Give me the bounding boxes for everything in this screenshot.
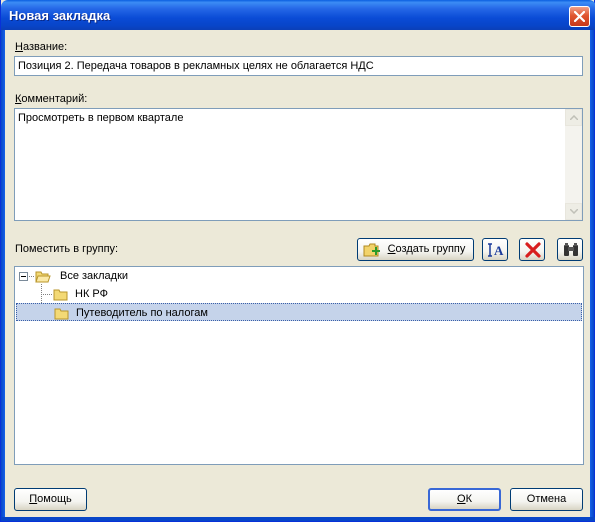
new-bookmark-dialog: Новая закладка Название: Позиция 2. Пере… bbox=[0, 0, 595, 522]
binoculars-icon bbox=[564, 243, 578, 256]
window-border-right bbox=[590, 30, 594, 518]
tree-item-all-bookmarks[interactable]: Все закладки bbox=[35, 267, 235, 285]
name-input[interactable]: Позиция 2. Передача товаров в рекламных … bbox=[14, 56, 583, 76]
scroll-up-button[interactable] bbox=[565, 109, 582, 126]
folder-icon bbox=[53, 289, 68, 301]
folder-icon bbox=[54, 308, 69, 320]
svg-text:A: A bbox=[494, 243, 504, 258]
delete-group-button[interactable] bbox=[519, 238, 545, 261]
name-label: Название: bbox=[15, 41, 68, 53]
cancel-button[interactable]: Отмена bbox=[510, 488, 583, 511]
tree-item-tax-guide[interactable]: Путеводитель по налогам bbox=[16, 303, 582, 321]
rename-group-button[interactable]: A bbox=[482, 238, 508, 261]
open-folder-icon bbox=[35, 271, 51, 283]
rename-icon: A bbox=[488, 243, 504, 258]
chevron-down-icon bbox=[570, 209, 578, 214]
group-label: Поместить в группу: bbox=[15, 243, 119, 255]
tree-item-nk-rf[interactable]: НК РФ bbox=[53, 285, 253, 303]
scroll-down-button[interactable] bbox=[565, 203, 582, 220]
delete-icon bbox=[525, 242, 541, 258]
tree-item-label: Путеводитель по налогам bbox=[76, 307, 208, 319]
collapse-toggle[interactable] bbox=[19, 272, 28, 281]
close-button[interactable] bbox=[569, 6, 590, 27]
comment-text: Просмотреть в первом квартале bbox=[18, 112, 184, 124]
create-group-label: Создать группу bbox=[387, 243, 466, 255]
comment-scrollbar[interactable] bbox=[565, 109, 582, 220]
create-group-button[interactable]: Создать группу bbox=[357, 238, 474, 261]
comment-textarea[interactable]: Просмотреть в первом квартале bbox=[14, 108, 583, 221]
window-border-bottom bbox=[1, 517, 595, 521]
find-group-button[interactable] bbox=[557, 238, 583, 261]
new-folder-icon bbox=[363, 243, 380, 257]
comment-label: Комментарий: bbox=[15, 93, 88, 105]
ok-button[interactable]: ОК bbox=[428, 488, 501, 511]
tree-item-label: Все закладки bbox=[60, 270, 129, 282]
tree-item-label: НК РФ bbox=[75, 288, 108, 300]
window-border-left bbox=[1, 30, 5, 518]
close-icon bbox=[574, 11, 585, 22]
tree-line bbox=[41, 294, 53, 295]
help-button[interactable]: Помощь bbox=[14, 488, 87, 511]
window-title: Новая закладка bbox=[9, 8, 111, 23]
title-bar[interactable]: Новая закладка bbox=[1, 0, 595, 30]
group-tree[interactable]: Все закладки НК РФ Путеводитель по налог… bbox=[14, 266, 584, 465]
chevron-up-icon bbox=[570, 115, 578, 120]
